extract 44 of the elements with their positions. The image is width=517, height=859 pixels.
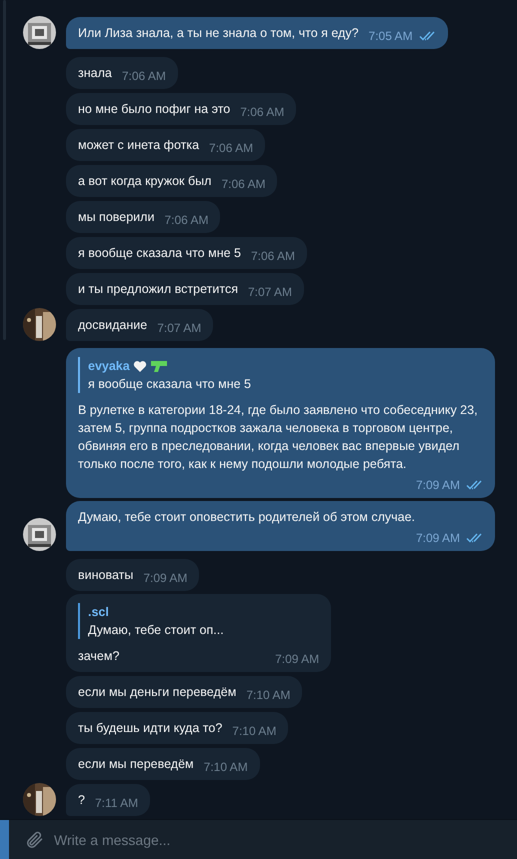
message-time: 7:09 AM (416, 477, 460, 494)
accent-bar (0, 820, 9, 859)
message-time: 7:06 AM (250, 248, 296, 265)
message-time: 7:09 AM (275, 651, 320, 668)
message-text: мы поверили (78, 209, 154, 226)
message-time: 7:05 AM (368, 28, 413, 45)
message-time: 7:09 AM (416, 530, 460, 547)
message-time: 7:07 AM (157, 320, 202, 337)
paperclip-icon[interactable] (24, 830, 44, 850)
message-text: знала (78, 65, 112, 82)
message-text: виноваты (78, 567, 134, 584)
reply-author: .scl (88, 604, 110, 621)
message-text: но мне было пофиг на это (78, 101, 230, 118)
message-time: 7:11 AM (94, 795, 138, 812)
message-text: и ты предложил встретится (78, 281, 238, 298)
reply-text: Думаю, тебе стоит оп... (88, 622, 225, 639)
message-text: ты будешь идти куда то? (78, 720, 222, 737)
message-text: а вот когда кружок был (78, 173, 212, 190)
message-time: 7:07 AM (248, 284, 292, 301)
message-time: 7:06 AM (221, 176, 266, 193)
message-text: В рулетке в категории 18-24, где было заявлено что собеседнику 23, затем 5, группа подростков зажала человека в торговом центре, обвиняя его в преследовании, когда человек вас впервые увидел только после того, как к нему подошли молодые ребята. (78, 402, 479, 473)
message-time: 7:09 AM (143, 570, 188, 587)
message-input[interactable]: Write a message... (44, 832, 517, 848)
water-gun-icon (150, 360, 168, 372)
message-field[interactable]: Write a message... (0, 819, 517, 859)
message-time: 7:10 AM (246, 687, 290, 704)
heart-icon (132, 360, 147, 372)
message-text: зачем? (78, 648, 120, 665)
message-text: я вообще сказала что мне 5 (78, 245, 241, 262)
message-time: 7:06 AM (240, 104, 284, 121)
message-time: 7:10 AM (232, 723, 276, 740)
message-text: Думаю, тебе стоит оповестить родителей об этом случае. (78, 509, 416, 526)
message-text: если мы деньги переведём (78, 684, 236, 701)
reply-author: evyaka (88, 357, 483, 375)
message-text: если мы переведём (78, 756, 194, 773)
message-time: 7:06 AM (122, 68, 166, 85)
reply-text: я вообще сказала что мне 5 (88, 376, 252, 393)
message-time: 7:10 AM (204, 759, 248, 776)
message-text: досвидание (78, 317, 148, 334)
message-text: может с инета фотка (78, 137, 200, 154)
message-time: 7:06 AM (164, 212, 208, 229)
message-text: ? (78, 792, 85, 809)
message-time: 7:06 AM (209, 140, 254, 157)
message-text: Или Лиза знала, а ты не знала о том, что я еду? (78, 25, 359, 42)
